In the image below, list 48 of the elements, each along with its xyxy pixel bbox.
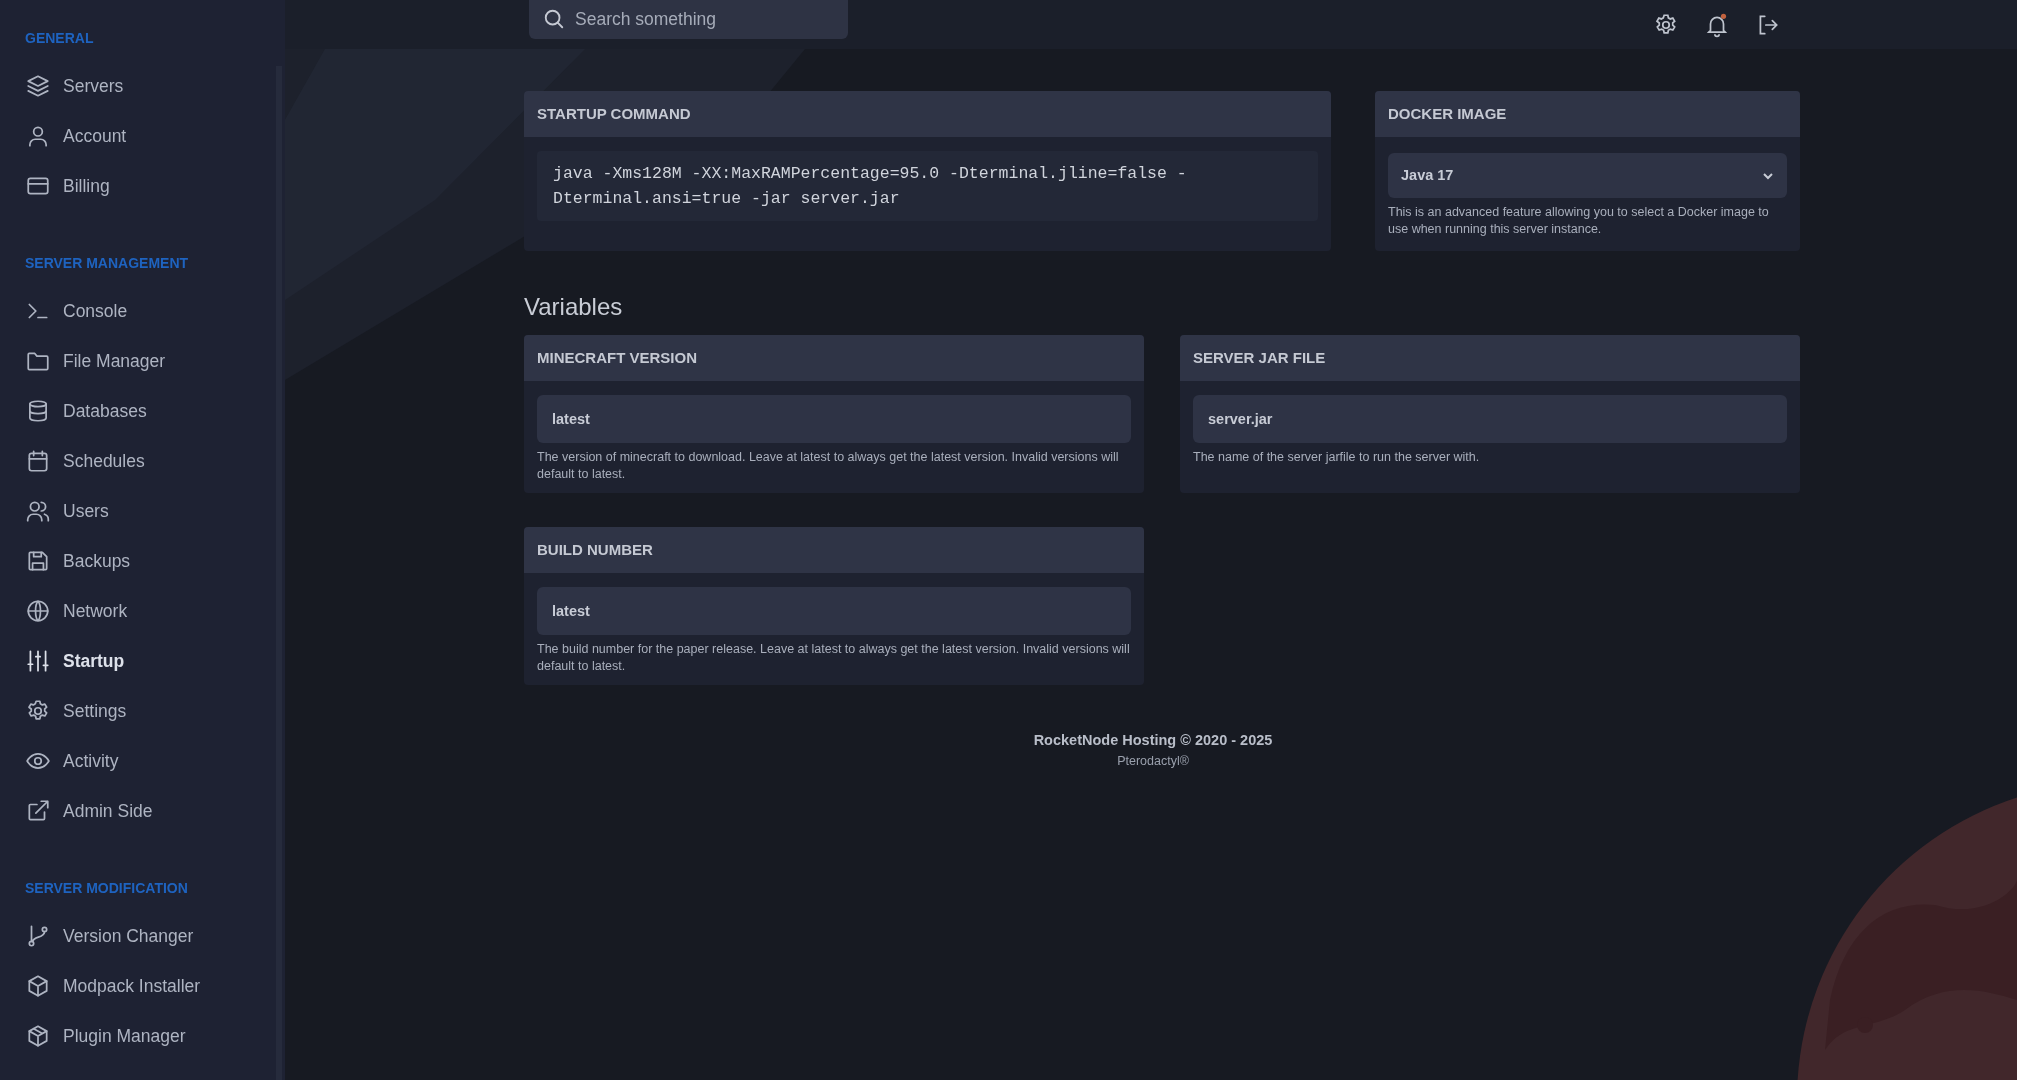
- section-heading: SERVER MANAGEMENT: [25, 254, 190, 273]
- help-text: The version of minecraft to download. Leave at latest to always get the latest version. Invalid versions will default to latest.: [537, 449, 1120, 483]
- notification-bell-button[interactable]: [1704, 11, 1730, 38]
- sidebar-item[interactable]: Schedules: [25, 436, 145, 486]
- sidebar-item[interactable]: Plugin Manager: [25, 1011, 186, 1061]
- copyright-text: RocketNode Hosting © 2020 - 2025: [1032, 731, 1274, 750]
- help-text: The build number for the paper release. Leave at latest to always get the latest version. Invalid versions will default to latest.: [537, 641, 1131, 675]
- docker-image-dropdown[interactable]: Java 17: [1388, 153, 1787, 198]
- card-title: DOCKER IMAGE: [1375, 91, 1800, 137]
- card-title: SERVER JAR FILE: [1180, 335, 1800, 381]
- search-field[interactable]: Search something: [529, 0, 848, 39]
- section-heading: GENERAL: [25, 29, 95, 48]
- help-text: The name of the server jarfile to run the server with.: [1193, 449, 1481, 466]
- credit-text: Pterodactyl®: [1116, 752, 1190, 770]
- layers-icon: [25, 73, 51, 99]
- input-field[interactable]: server.jar: [1193, 395, 1787, 443]
- git-branch-icon: [25, 923, 51, 949]
- globe-icon: [25, 598, 51, 624]
- package-icon: [25, 1023, 51, 1049]
- sidebar-item[interactable]: Databases: [25, 386, 147, 436]
- card-title: STARTUP COMMAND: [524, 91, 1331, 137]
- sidebar-item[interactable]: Settings: [25, 686, 127, 736]
- card-title: BUILD NUMBER: [524, 527, 1144, 573]
- sliders-icon: [25, 648, 51, 674]
- sidebar-item[interactable]: Account: [25, 111, 127, 161]
- card-title: MINECRAFT VERSION: [524, 335, 1144, 381]
- sidebar-item[interactable]: Backups: [25, 536, 131, 586]
- sidebar-item[interactable]: Users: [25, 486, 109, 536]
- sidebar-item[interactable]: Admin Side: [25, 786, 153, 836]
- sidebar-item[interactable]: Console: [25, 286, 128, 336]
- sidebar-item[interactable]: Servers: [25, 61, 124, 111]
- startup-command-text: java -Xms128M -XX:MaxRAMPercentage=95.0 -Dterminal.jline=false -Dterminal.ansi=true -jar server.jar: [537, 151, 1318, 221]
- input-field[interactable]: latest: [537, 395, 1131, 443]
- sidebar-item[interactable]: Modpack Installer: [25, 961, 201, 1011]
- help-text: This is an advanced feature allowing you to select a Docker image to use when running this server instance.: [1388, 204, 1770, 238]
- external-link-icon: [25, 798, 51, 824]
- sidebar-item[interactable]: Billing: [25, 161, 110, 211]
- input-field[interactable]: latest: [537, 587, 1131, 635]
- section-heading: SERVER MODIFICATION: [25, 879, 189, 898]
- sidebar-item[interactable]: Startup: [25, 636, 125, 686]
- sidebar-item[interactable]: Version Changer: [25, 911, 194, 961]
- cube-icon: [25, 973, 51, 999]
- sidebar-item[interactable]: Activity: [25, 736, 119, 786]
- sidebar-item[interactable]: File Manager: [25, 336, 166, 386]
- sidebar-item[interactable]: Network: [25, 586, 128, 636]
- chevron-down-icon: [1762, 171, 1774, 180]
- section-heading: Variables: [524, 292, 624, 322]
- calendar-icon: [25, 448, 51, 474]
